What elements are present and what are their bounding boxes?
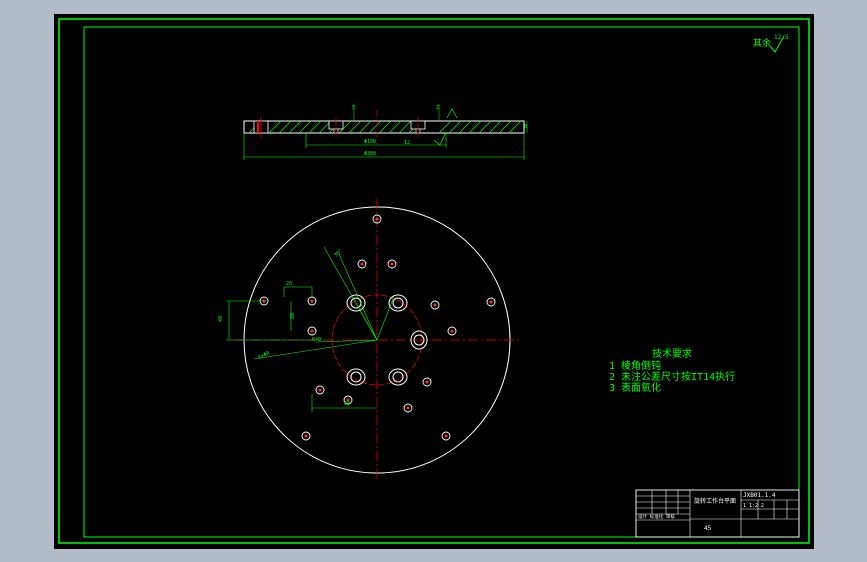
tech-requirements: 技术要求 1 棱角倒钝 2 未注公差尺寸按IT14执行 3 表面氧化 bbox=[609, 347, 735, 394]
title-material: 45 bbox=[704, 525, 712, 532]
dim-outer-diameter: Φ300 bbox=[364, 151, 376, 157]
outer-frame bbox=[58, 18, 810, 544]
title-drawing-no: JXB01.1.4 bbox=[743, 492, 776, 499]
dim-bottom: 60 bbox=[344, 401, 350, 407]
inner-frame bbox=[83, 26, 800, 538]
small-holes bbox=[259, 214, 496, 441]
tech-req-item: 1 棱角倒钝 bbox=[609, 359, 661, 372]
roughness-label: 其余 bbox=[753, 37, 771, 49]
roughness-note: 其余 12.5 bbox=[753, 34, 789, 53]
title-small-cells: 设计 标准化 审核 bbox=[638, 513, 675, 520]
dim-angle: 30° bbox=[333, 248, 344, 259]
dim-top-right: 2 bbox=[436, 105, 439, 111]
plan-view: 30° 40 20 20 R40 6×Φ8 60 bbox=[218, 199, 522, 479]
dim-mid: 12 bbox=[404, 140, 410, 146]
title-part-name: 旋转工作台平面 bbox=[694, 497, 736, 505]
dim-vertical: 40 bbox=[218, 316, 224, 322]
tech-req-title: 技术要求 bbox=[652, 347, 692, 360]
roughness-mark-icon bbox=[433, 131, 447, 146]
section-hatch bbox=[248, 120, 522, 134]
dim-radius: R40 bbox=[312, 337, 321, 343]
dim-left-tag: 20 bbox=[286, 281, 292, 287]
dim-small-width: 20 bbox=[290, 313, 296, 319]
section-view: Φ300 Φ100 12 5 2 8 bbox=[243, 104, 528, 160]
title-block: 旋转工作台平面 JXB01.1.4 1 1:2 2 45 设计 标准化 审核 bbox=[635, 489, 800, 538]
dim-inner-diameter: Φ100 bbox=[364, 139, 376, 145]
roughness-mark-top-icon bbox=[446, 108, 458, 119]
hole-centers bbox=[262, 217, 493, 438]
dim-left-top: 5 bbox=[352, 105, 355, 111]
cad-viewport[interactable]: 其余 12.5 Φ300 Φ100 12 5 2 8 30° 40 20 20 … bbox=[54, 14, 814, 549]
tech-req-item: 3 表面氧化 bbox=[609, 381, 661, 394]
title-scale-row: 1 1:2 2 bbox=[743, 503, 764, 509]
cad-drawing: 其余 12.5 Φ300 Φ100 12 5 2 8 30° 40 20 20 … bbox=[58, 18, 810, 544]
dim-right-side: 8 bbox=[524, 124, 527, 130]
dim-hole-note: 6×Φ8 bbox=[257, 350, 270, 361]
tech-req-item: 2 未注公差尺寸按IT14执行 bbox=[609, 370, 735, 383]
radial-dimension-lines bbox=[253, 246, 395, 360]
